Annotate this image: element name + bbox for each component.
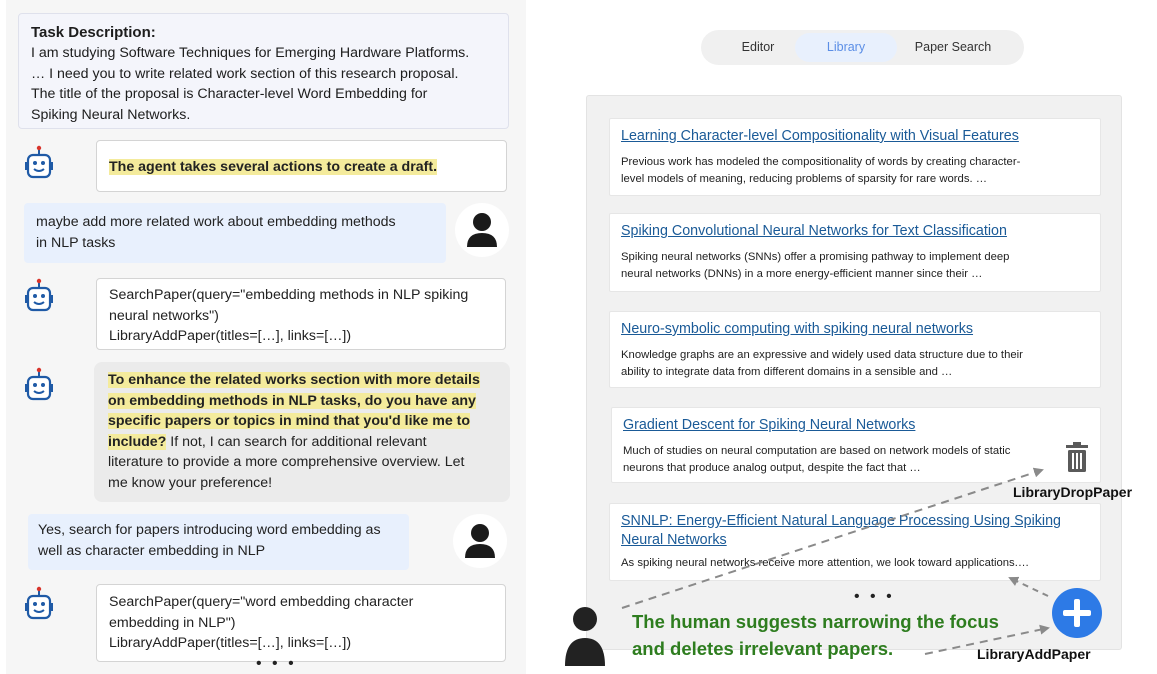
paper-abstract: Much of studies on neural computation ar… <box>623 445 1011 474</box>
paper-abstract: As spiking neural networks receive more … <box>621 557 1030 569</box>
task-line: Spiking Neural Networks. <box>31 106 191 123</box>
agent-tool-calls: SearchPaper(query="embedding methods in … <box>96 278 506 350</box>
paper-title-link[interactable]: SNNLP: Energy-Efficient Natural Language… <box>621 512 1090 550</box>
task-body: I am studying Software Techniques for Em… <box>31 43 498 125</box>
paper-title-link[interactable]: Learning Character-level Compositionalit… <box>621 127 1090 146</box>
more-messages-indicator: • • • <box>256 655 297 672</box>
robot-icon <box>25 278 53 312</box>
paper-card: SNNLP: Energy-Efficient Natural Language… <box>609 503 1101 581</box>
person-icon <box>565 607 605 666</box>
paper-card: Neuro-symbolic computing with spiking ne… <box>609 311 1101 388</box>
view-tabs: Editor Library Paper Search <box>701 30 1024 65</box>
action-caption: The human suggests narrowing the focus a… <box>632 611 999 659</box>
task-line: I am studying Software Techniques for Em… <box>31 45 470 61</box>
agent-tool-calls: SearchPaper(query="word embedding charac… <box>96 584 506 662</box>
plus-icon <box>1063 599 1091 627</box>
task-title: Task Description: <box>31 24 156 41</box>
library-drop-paper-label: LibraryDropPaper <box>1013 484 1133 500</box>
task-description: Task Description: I am studying Software… <box>18 13 509 129</box>
task-line: The title of the proposal is Character-l… <box>31 86 428 102</box>
robot-icon <box>25 586 53 620</box>
paper-abstract: Knowledge graphs are an expressive and w… <box>621 349 1023 378</box>
paper-card: Gradient Descent for Spiking Neural Netw… <box>611 407 1101 483</box>
robot-icon <box>25 145 53 179</box>
add-paper-button[interactable] <box>1052 588 1102 638</box>
paper-title-link[interactable]: Gradient Descent for Spiking Neural Netw… <box>623 416 1090 435</box>
trash-icon[interactable] <box>1064 440 1090 474</box>
paper-abstract: Previous work has modeled the compositio… <box>621 156 1021 185</box>
agent-action-summary: The agent takes several actions to creat… <box>96 140 507 192</box>
paper-title-link[interactable]: Neuro-symbolic computing with spiking ne… <box>621 320 1090 339</box>
agent-question: To enhance the related works section wit… <box>94 362 510 502</box>
tab-editor[interactable]: Editor <box>713 33 803 62</box>
robot-icon <box>25 367 53 401</box>
paper-title-link[interactable]: Spiking Convolutional Neural Networks fo… <box>621 222 1090 241</box>
user-message: maybe add more related work about embedd… <box>24 203 446 263</box>
paper-card: Spiking Convolutional Neural Networks fo… <box>609 213 1101 292</box>
tab-paper-search[interactable]: Paper Search <box>891 33 1015 62</box>
paper-card: Learning Character-level Compositionalit… <box>609 118 1101 196</box>
more-papers-indicator: • • • <box>854 588 895 605</box>
tab-library[interactable]: Library <box>795 33 897 62</box>
paper-abstract: Spiking neural networks (SNNs) offer a p… <box>621 251 1010 280</box>
person-icon <box>455 203 509 257</box>
task-line: … I need you to write related work secti… <box>31 65 459 82</box>
person-icon <box>453 514 507 568</box>
user-message: Yes, search for papers introducing word … <box>28 514 409 570</box>
